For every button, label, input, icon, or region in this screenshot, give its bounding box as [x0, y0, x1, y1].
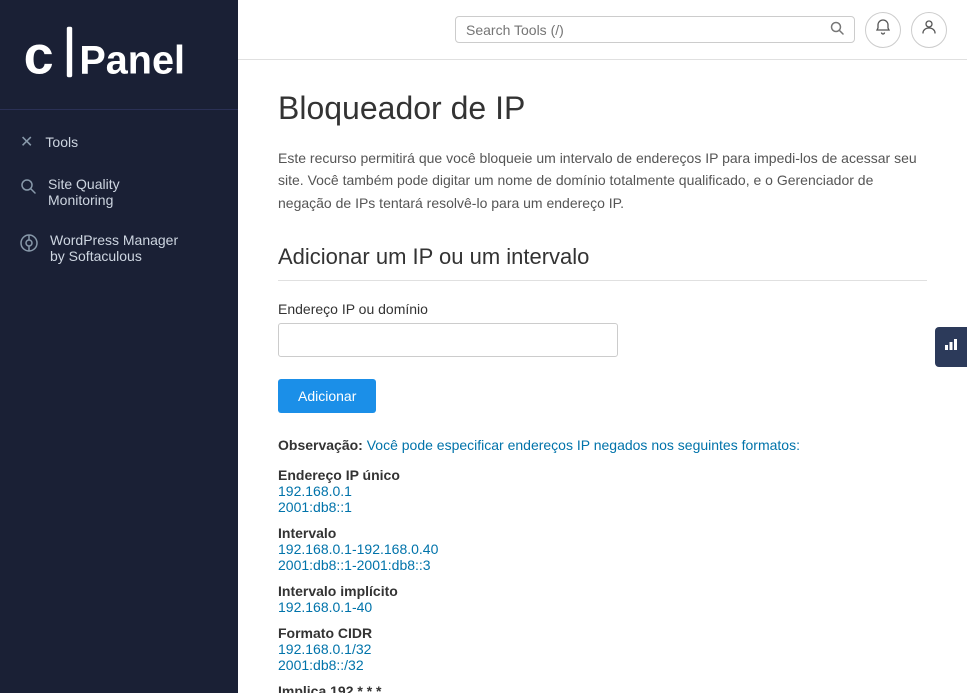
search-icon: [830, 21, 844, 38]
format-cidr: Formato CIDR 192.168.0.1/32 2001:db8::/3…: [278, 625, 927, 673]
page-content: Bloqueador de IP Este recurso permitirá …: [238, 60, 967, 693]
wordpress-icon: [20, 234, 38, 257]
page-description: Este recurso permitirá que você bloqueie…: [278, 147, 927, 214]
add-button[interactable]: Adicionar: [278, 379, 376, 413]
logo-area: c Panel: [0, 0, 238, 110]
floating-chart-button[interactable]: [935, 327, 967, 367]
chart-icon: [944, 337, 958, 356]
format-implicit-range-title: Intervalo implícito: [278, 583, 927, 599]
page-title: Bloqueador de IP: [278, 90, 927, 127]
description-text: Este recurso permitirá que você bloqueie…: [278, 150, 917, 211]
format-implicit-range: Intervalo implícito 192.168.0.1-40: [278, 583, 927, 615]
svg-text:Panel: Panel: [79, 39, 185, 83]
format-range: Intervalo 192.168.0.1-192.168.0.40 2001:…: [278, 525, 927, 573]
cpanel-logo: c Panel: [20, 16, 218, 88]
section-title: Adicionar um IP ou um intervalo: [278, 244, 927, 281]
sidebar-item-wordpress-manager[interactable]: WordPress Manager by Softaculous: [0, 220, 238, 276]
topbar: [238, 0, 967, 60]
ip-form-group: Endereço IP ou domínio: [278, 301, 927, 357]
sidebar: c Panel ✕ Tools Site Quality Monitoring: [0, 0, 238, 693]
format-range-title: Intervalo: [278, 525, 927, 541]
ip-form-label: Endereço IP ou domínio: [278, 301, 927, 317]
format-single-ip-value-2: 2001:db8::1: [278, 499, 927, 515]
format-range-value-2: 2001:db8::1-2001:db8::3: [278, 557, 927, 573]
format-single-ip: Endereço IP único 192.168.0.1 2001:db8::…: [278, 467, 927, 515]
observacao-label: Observação:: [278, 437, 363, 453]
bell-icon: [875, 19, 891, 40]
format-implicit-range-value-1: 192.168.0.1-40: [278, 599, 927, 615]
format-single-ip-value-1: 192.168.0.1: [278, 483, 927, 499]
observacao-text: Você pode especificar endereços IP negad…: [367, 437, 800, 453]
site-quality-label2: Monitoring: [48, 192, 120, 208]
sidebar-item-site-quality[interactable]: Site Quality Monitoring: [0, 164, 238, 220]
search-box[interactable]: [455, 16, 855, 43]
main-area: Bloqueador de IP Este recurso permitirá …: [238, 0, 967, 693]
site-quality-icon: [20, 178, 36, 199]
sidebar-navigation: ✕ Tools Site Quality Monitoring: [0, 110, 238, 286]
format-cidr-value-1: 192.168.0.1/32: [278, 641, 927, 657]
sidebar-item-tools-label: Tools: [45, 134, 78, 150]
format-range-value-1: 192.168.0.1-192.168.0.40: [278, 541, 927, 557]
format-wildcard-title: Implica 192.*.*.*: [278, 683, 927, 693]
observacao-section: Observação: Você pode especificar endere…: [278, 437, 927, 453]
ip-input[interactable]: [278, 323, 618, 357]
site-quality-label1: Site Quality: [48, 176, 120, 192]
format-wildcard: Implica 192.*.*.* 192.: [278, 683, 927, 693]
user-icon: [921, 19, 937, 40]
format-single-ip-title: Endereço IP único: [278, 467, 927, 483]
notifications-button[interactable]: [865, 12, 901, 48]
search-input[interactable]: [466, 22, 830, 38]
svg-text:c: c: [24, 26, 54, 86]
format-cidr-title: Formato CIDR: [278, 625, 927, 641]
wp-manager-label1: WordPress Manager: [50, 232, 178, 248]
format-cidr-value-2: 2001:db8::/32: [278, 657, 927, 673]
wp-manager-label2: by Softaculous: [50, 248, 178, 264]
sidebar-item-tools[interactable]: ✕ Tools: [0, 120, 238, 164]
formats-list: Endereço IP único 192.168.0.1 2001:db8::…: [278, 467, 927, 693]
user-menu-button[interactable]: [911, 12, 947, 48]
tools-icon: ✕: [20, 132, 33, 152]
